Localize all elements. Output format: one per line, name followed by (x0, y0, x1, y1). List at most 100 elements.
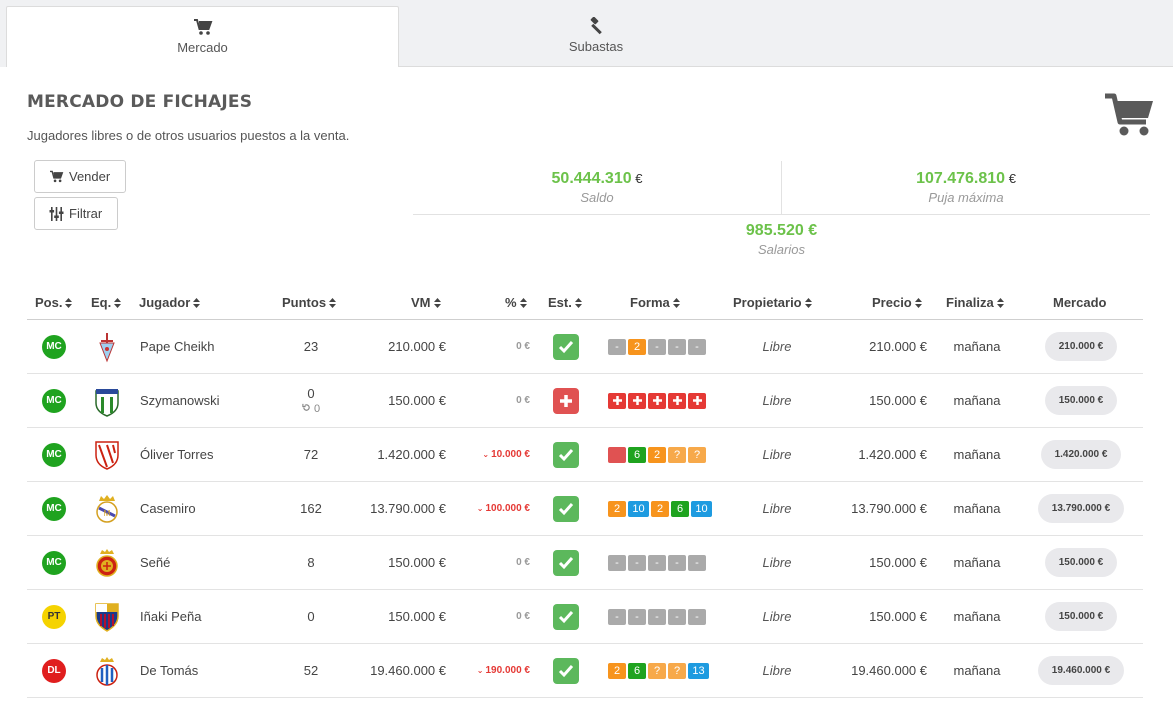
sort-icon (65, 298, 73, 308)
cart-icon (1105, 93, 1153, 136)
cart-icon (50, 170, 64, 183)
col-vm[interactable]: VM (411, 295, 441, 310)
position-badge: MC (42, 550, 66, 575)
table-row[interactable]: MC Señé 8 150.000 €0 € - - - - - Libre 150.000 € ma… (27, 536, 1143, 590)
status-cell (553, 320, 579, 373)
form-badges: 6 2?? (608, 446, 706, 463)
col-vm-label: VM (411, 295, 431, 310)
col-jugador-label: Jugador (139, 295, 191, 310)
salarios-value: 985.520 € (745, 222, 818, 239)
col-est[interactable]: Est. (548, 295, 582, 310)
col-pct-label: % (505, 295, 517, 310)
pct-value: 0 € (516, 611, 530, 622)
pos-cell: MC (42, 428, 66, 481)
sort-icon (433, 298, 441, 308)
check-icon (558, 556, 574, 569)
injury-cross-icon (672, 396, 682, 405)
market-value-pill[interactable]: 210.000 € (1044, 332, 1118, 361)
vm-value: 210.000 € (388, 339, 446, 354)
table-row[interactable]: MC M Casemiro 162 13.790.000 € ⌄ 100.000 €2 10 2… (27, 482, 1143, 536)
col-precio[interactable]: Precio (872, 295, 922, 310)
form-badge: - (648, 554, 666, 571)
owner-value: Libre (762, 555, 792, 570)
col-finaliza[interactable]: Finaliza (946, 295, 1004, 310)
check-icon (558, 502, 574, 515)
sort-icon (114, 298, 122, 308)
sell-button[interactable]: Vender (34, 160, 126, 193)
vm-value: 150.000 € (388, 555, 446, 570)
sort-icon (804, 298, 812, 308)
form-badge (648, 392, 666, 409)
player-name[interactable]: Señé (140, 536, 170, 589)
status-badge (553, 603, 579, 630)
player-name[interactable]: De Tomás (140, 644, 198, 697)
check-icon (558, 664, 574, 677)
table-row[interactable]: PT Iñaki Peña 0 150.000 €0 € - - - - - Libre 150.0… (27, 590, 1143, 644)
status-cell (553, 644, 579, 697)
col-puntos-label: Puntos (282, 295, 327, 310)
market-value-pill[interactable]: 19.460.000 € (1037, 656, 1125, 685)
table-row[interactable]: MC Szymanowski 0 0 150.000 € 0 € Libre 150.000… (27, 374, 1143, 428)
check-icon (558, 448, 574, 461)
player-name[interactable]: Iñaki Peña (140, 590, 201, 643)
owner-value: Libre (762, 663, 792, 678)
tab-mercado[interactable]: Mercado (6, 6, 399, 67)
form-badge: 2 (608, 500, 626, 517)
form-badge: - (608, 608, 626, 625)
player-name[interactable]: Óliver Torres (140, 428, 213, 481)
team-crest-icon (96, 548, 118, 577)
form-badges (608, 392, 706, 409)
table-row[interactable]: MC Óliver Torres 72 1.420.000 € ⌄ 10.000 € 6 2?… (27, 428, 1143, 482)
team-crest-icon (95, 388, 119, 417)
form-badge: - (668, 338, 686, 355)
col-forma[interactable]: Forma (630, 295, 680, 310)
tab-subastas[interactable]: Subastas (399, 6, 793, 67)
table-row[interactable]: MC Pape Cheikh 23 210.000 €0 € -2- - - Libre 210… (27, 320, 1143, 374)
sort-icon (329, 298, 337, 308)
owner-value: Libre (762, 501, 792, 516)
col-pos[interactable]: Pos. (35, 295, 73, 310)
gavel-icon (590, 17, 602, 35)
player-name[interactable]: Szymanowski (140, 374, 219, 427)
vm-value: 1.420.000 € (377, 447, 446, 462)
player-name[interactable]: Casemiro (140, 482, 196, 535)
position-badge: MC (42, 334, 66, 359)
col-jugador[interactable]: Jugador (139, 295, 201, 310)
market-value-pill[interactable]: 150.000 € (1044, 386, 1118, 415)
down-arrow-icon: ⌄ (476, 504, 484, 513)
position-badge: MC (42, 442, 66, 467)
col-propietario[interactable]: Propietario (733, 295, 812, 310)
team-crest (91, 536, 123, 589)
form-badge: - (668, 554, 686, 571)
team-crest-icon (99, 332, 115, 362)
puja-currency: € (1008, 171, 1016, 186)
points-value: 52 (303, 663, 319, 678)
col-pct[interactable]: % (505, 295, 527, 310)
injury-cross-icon (652, 396, 662, 405)
market-value-pill[interactable]: 150.000 € (1044, 548, 1118, 577)
status-badge (553, 495, 579, 522)
pct-cell: 0 € (447, 374, 530, 427)
form-cell: 2 10 2 6 10 (608, 482, 712, 535)
col-puntos[interactable]: Puntos (282, 295, 337, 310)
saldo-stat: 50.444.310 € Saldo (413, 170, 781, 205)
check-icon (558, 340, 574, 353)
pct-value: ⌄ 10.000 € (482, 449, 530, 460)
market-value-pill[interactable]: 1.420.000 € (1040, 440, 1122, 469)
price-value: 150.000 € (869, 555, 927, 570)
status-badge (553, 549, 579, 576)
form-badge: 13 (688, 662, 709, 679)
market-cell: 150.000 € (1027, 536, 1135, 589)
price-value: 210.000 € (869, 339, 927, 354)
table-row[interactable]: DL De Tomás 52 19.460.000 € ⌄ 190.000 €2 6?? 13… (27, 644, 1143, 698)
sort-icon (672, 298, 680, 308)
col-eq[interactable]: Eq. (91, 295, 122, 310)
price-value: 150.000 € (869, 609, 927, 624)
player-name[interactable]: Pape Cheikh (140, 320, 214, 373)
filter-button[interactable]: Filtrar (34, 197, 118, 230)
ends-value: mañana (953, 609, 1001, 624)
sort-icon (519, 298, 527, 308)
market-value-pill[interactable]: 150.000 € (1044, 602, 1118, 631)
down-arrow-icon: ⌄ (476, 666, 484, 675)
market-value-pill[interactable]: 13.790.000 € (1037, 494, 1125, 523)
